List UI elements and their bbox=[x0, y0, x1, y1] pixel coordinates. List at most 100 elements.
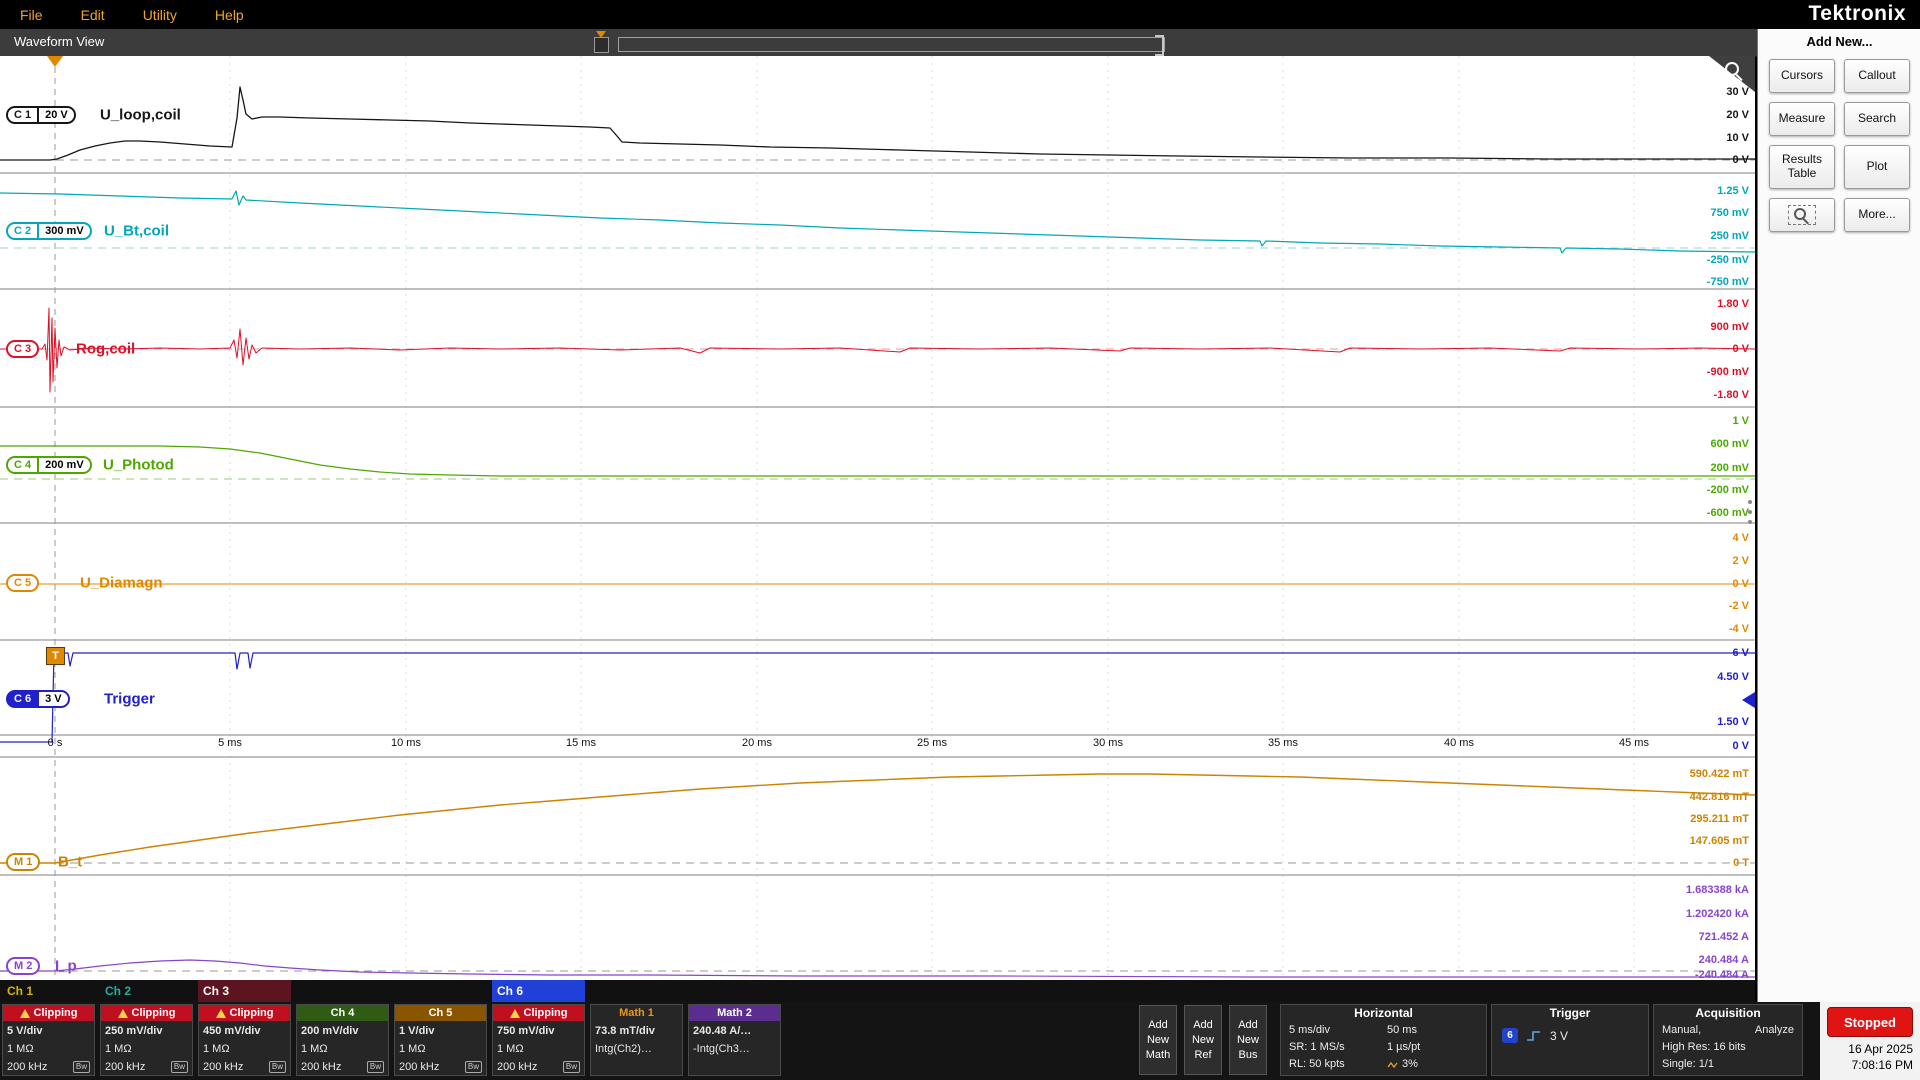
channel-badge-id: C 6 bbox=[6, 690, 39, 708]
channel-tab-ch-1[interactable]: Ch 1 bbox=[2, 980, 95, 1002]
bandwidth-icon: Bw bbox=[367, 1061, 384, 1073]
acquisition-analyze[interactable]: Analyze bbox=[1755, 1022, 1794, 1039]
bandwidth-icon: Bw bbox=[465, 1061, 482, 1073]
results-table-button[interactable]: Results Table bbox=[1769, 145, 1835, 189]
card-line-text: 5 V/div bbox=[7, 1022, 42, 1040]
card-line: 1 MΩ bbox=[203, 1040, 286, 1058]
card-header: Math 1 bbox=[591, 1005, 682, 1021]
trigger-position-marker[interactable] bbox=[47, 56, 63, 67]
channel-badge-c2[interactable]: C 2300 mV bbox=[6, 222, 92, 240]
channel-badge-id: C 3 bbox=[6, 340, 39, 358]
trace-c1 bbox=[0, 87, 1755, 160]
bandwidth-icon: Bw bbox=[73, 1061, 90, 1073]
card-header-label: Clipping bbox=[524, 1007, 568, 1019]
card-ch-2[interactable]: Clipping250 mV/div1 MΩ200 kHzBw bbox=[100, 1004, 193, 1076]
channel-badge-value: 3 V bbox=[39, 690, 70, 708]
sample-rate: SR: 1 MS/s bbox=[1289, 1039, 1387, 1056]
horizontal-position: 3% bbox=[1402, 1056, 1418, 1073]
channel-tab-label: Ch 2 bbox=[100, 984, 131, 998]
card-line: 200 kHzBw bbox=[105, 1058, 188, 1076]
card-ch-6[interactable]: Clipping750 mV/div1 MΩ200 kHzBw bbox=[492, 1004, 585, 1076]
channel-tab-ch-2[interactable]: Ch 2 bbox=[100, 980, 193, 1002]
channel-badge-c3[interactable]: C 3 bbox=[6, 340, 39, 358]
waveform-plot[interactable]: 30 V20 V10 V0 VC 120 VU_loop,coil1.25 V7… bbox=[0, 56, 1755, 980]
channel-badge-c6[interactable]: C 63 V bbox=[6, 690, 70, 708]
channel-tab-ch-6[interactable]: Ch 6 bbox=[492, 980, 585, 1002]
menu-edit[interactable]: Edit bbox=[81, 7, 105, 23]
channel-badge-c1[interactable]: C 120 V bbox=[6, 106, 76, 124]
menu-help[interactable]: Help bbox=[215, 7, 244, 23]
card-line-text: 200 kHz bbox=[105, 1058, 145, 1076]
card-ch-1[interactable]: Clipping5 V/div1 MΩ200 kHzBw bbox=[2, 1004, 95, 1076]
sample-interval: 1 µs/pt bbox=[1387, 1039, 1478, 1056]
horizontal-title: Horizontal bbox=[1281, 1005, 1486, 1022]
card-math-2[interactable]: Math 2240.48 A/…-Intg(Ch3… bbox=[688, 1004, 781, 1076]
trace-c3 bbox=[0, 308, 1755, 392]
add-btn-line: New bbox=[1192, 1033, 1214, 1048]
card-line: 200 kHz Bw bbox=[399, 1058, 482, 1076]
panel-splitter-handle[interactable] bbox=[1748, 500, 1752, 524]
trace-m2 bbox=[0, 960, 1755, 977]
trigger-level-marker[interactable] bbox=[1742, 692, 1755, 708]
add-btn-line: Math bbox=[1146, 1048, 1170, 1063]
acquisition-mode: Manual, bbox=[1662, 1022, 1701, 1039]
card-header: Clipping bbox=[3, 1005, 94, 1021]
tektronix-logo: Tektronix bbox=[1809, 2, 1906, 26]
card-ch-4[interactable]: Ch 4200 mV/div1 MΩ200 kHzBw bbox=[296, 1004, 389, 1076]
callout-button[interactable]: Callout bbox=[1844, 59, 1910, 93]
measure-button[interactable]: Measure bbox=[1769, 102, 1835, 136]
menu-utility[interactable]: Utility bbox=[143, 7, 177, 23]
cursors-button[interactable]: Cursors bbox=[1769, 59, 1835, 93]
channel-badge-c5[interactable]: C 5 bbox=[6, 574, 39, 592]
trigger-title: Trigger bbox=[1492, 1005, 1648, 1022]
more-button[interactable]: More... bbox=[1844, 198, 1910, 232]
menu-file[interactable]: File bbox=[20, 7, 43, 23]
channel-badge-id: M 2 bbox=[6, 957, 40, 975]
channel-tab-label: Ch 3 bbox=[198, 984, 229, 998]
trigger-source-marker[interactable]: T bbox=[46, 647, 65, 665]
channel-badge-m1[interactable]: M 1 bbox=[6, 853, 40, 871]
overview-trigger-marker-icon[interactable] bbox=[594, 37, 609, 53]
trigger-panel[interactable]: Trigger 6 3 V bbox=[1491, 1004, 1649, 1076]
acquisition-panel[interactable]: Acquisition Manual,Analyze High Res: 16 … bbox=[1653, 1004, 1803, 1076]
add-btn-line: Bus bbox=[1239, 1048, 1258, 1063]
add-new-bus-button[interactable]: AddNewBus bbox=[1229, 1005, 1267, 1075]
channel-badge-id: C 4 bbox=[6, 456, 39, 474]
card-body: 200 mV/div1 MΩ200 kHzBw bbox=[297, 1021, 388, 1077]
channel-tabs-row: Ch 1 Ch 2 Ch 3 Ch 6 bbox=[0, 980, 1755, 1002]
card-body: 450 mV/div1 MΩ200 kHzBw bbox=[199, 1021, 290, 1077]
search-button[interactable]: Search bbox=[1844, 102, 1910, 136]
card-line: 240.48 A/… bbox=[693, 1022, 776, 1040]
card-ch-5[interactable]: Ch 51 V/div1 MΩ200 kHzBw bbox=[394, 1004, 487, 1076]
card-line-text: 200 kHz bbox=[399, 1058, 439, 1076]
plot-button[interactable]: Plot bbox=[1844, 145, 1910, 189]
horizontal-panel[interactable]: Horizontal 5 ms/div50 ms SR: 1 MS/s1 µs/… bbox=[1280, 1004, 1487, 1076]
run-stop-button[interactable]: Stopped bbox=[1827, 1007, 1913, 1037]
add-new-ref-button[interactable]: AddNewRef bbox=[1184, 1005, 1222, 1075]
card-header: Clipping bbox=[101, 1005, 192, 1021]
card-line: 200 kHzBw bbox=[497, 1058, 580, 1076]
card-header-label: Math 1 bbox=[619, 1007, 654, 1019]
trace-c6 bbox=[0, 653, 1755, 742]
channel-badge-c4[interactable]: C 4200 mV bbox=[6, 456, 92, 474]
zoom-overview-bar[interactable] bbox=[618, 37, 1165, 52]
channel-badge-id: C 5 bbox=[6, 574, 39, 592]
status-block: Stopped 16 Apr 2025 7:08:16 PM bbox=[1820, 1002, 1920, 1080]
channel-badge-id: M 1 bbox=[6, 853, 40, 871]
card-line-text: 1 MΩ bbox=[203, 1040, 230, 1058]
waveform-view-bar: Waveform View bbox=[0, 29, 1757, 57]
card-ch-3[interactable]: Clipping 450 mV/div1 MΩ200 kHzBw bbox=[198, 1004, 291, 1076]
card-line-text: -Intg(Ch3… bbox=[693, 1040, 750, 1058]
card-header-label: Clipping bbox=[230, 1007, 274, 1019]
channel-tab-ch-3[interactable]: Ch 3 bbox=[198, 980, 291, 1002]
card-line-text: 200 mV/div bbox=[301, 1022, 358, 1040]
add-new-header: Add New... bbox=[1758, 34, 1920, 49]
card-math-1[interactable]: Math 173.8 mT/divIntg(Ch2)… bbox=[590, 1004, 683, 1076]
date-label: 16 Apr 2025 bbox=[1820, 1041, 1913, 1057]
add-new-button-grid: Cursors Callout Measure Search Results T… bbox=[1758, 49, 1920, 232]
channel-badge-m2[interactable]: M 2 bbox=[6, 957, 40, 975]
zoom-tool-button[interactable] bbox=[1769, 198, 1835, 232]
rising-edge-icon bbox=[1526, 1029, 1542, 1043]
card-line: 1 MΩ bbox=[497, 1040, 580, 1058]
add-new-math-button[interactable]: AddNewMath bbox=[1139, 1005, 1177, 1075]
